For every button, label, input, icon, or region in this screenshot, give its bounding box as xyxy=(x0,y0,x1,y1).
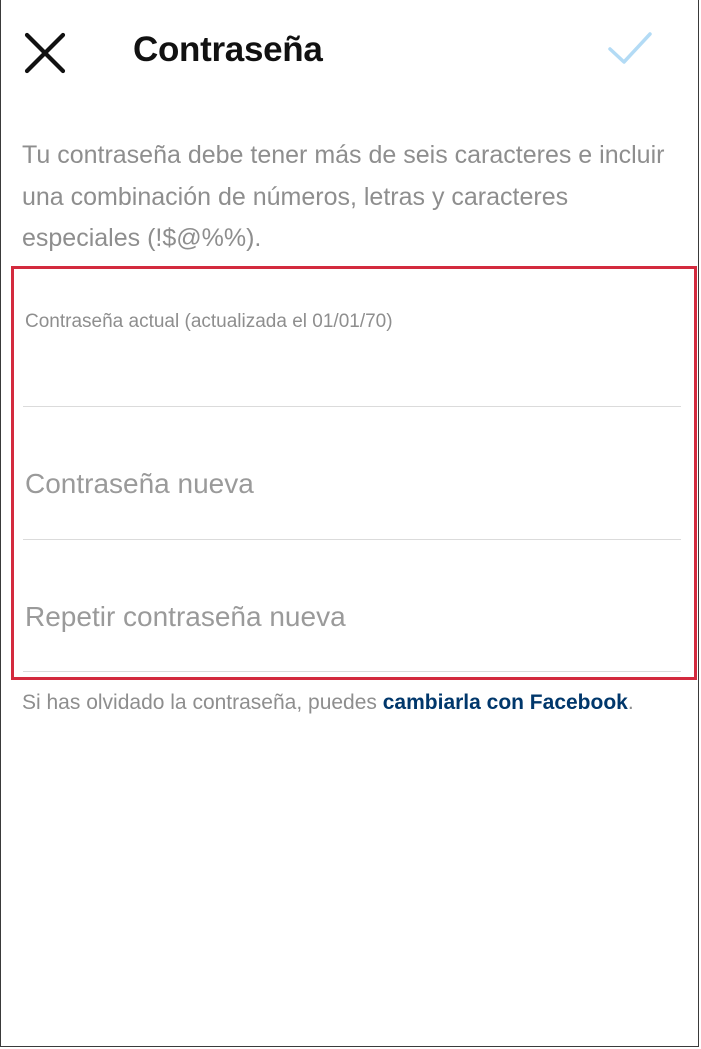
current-password-label: Contraseña actual (actualizada el 01/01/… xyxy=(25,311,393,332)
page-title: Contraseña xyxy=(133,30,323,69)
forgot-password-text: Si has olvidado la contraseña, puedes xyxy=(22,691,383,714)
facebook-reset-link[interactable]: cambiarla con Facebook xyxy=(383,691,628,714)
forgot-password-suffix: . xyxy=(627,691,634,714)
top-bar: Contraseña xyxy=(0,0,701,100)
repeat-password-field xyxy=(23,540,681,672)
current-password-field: Contraseña actual (actualizada el 01/01/… xyxy=(23,269,681,407)
forgot-password-note: Si has olvidado la contraseña, puedes ca… xyxy=(22,692,642,713)
repeat-password-input[interactable] xyxy=(23,595,681,639)
password-requirements-text: Tu contraseña debe tener más de seis car… xyxy=(22,141,665,252)
checkmark-icon xyxy=(608,32,652,64)
close-icon xyxy=(24,32,66,74)
new-password-field xyxy=(23,407,681,540)
password-form: Contraseña actual (actualizada el 01/01/… xyxy=(11,266,697,680)
new-password-input[interactable] xyxy=(23,462,681,506)
current-password-input[interactable] xyxy=(23,349,681,389)
close-button[interactable] xyxy=(18,27,72,81)
confirm-button[interactable] xyxy=(600,24,660,72)
